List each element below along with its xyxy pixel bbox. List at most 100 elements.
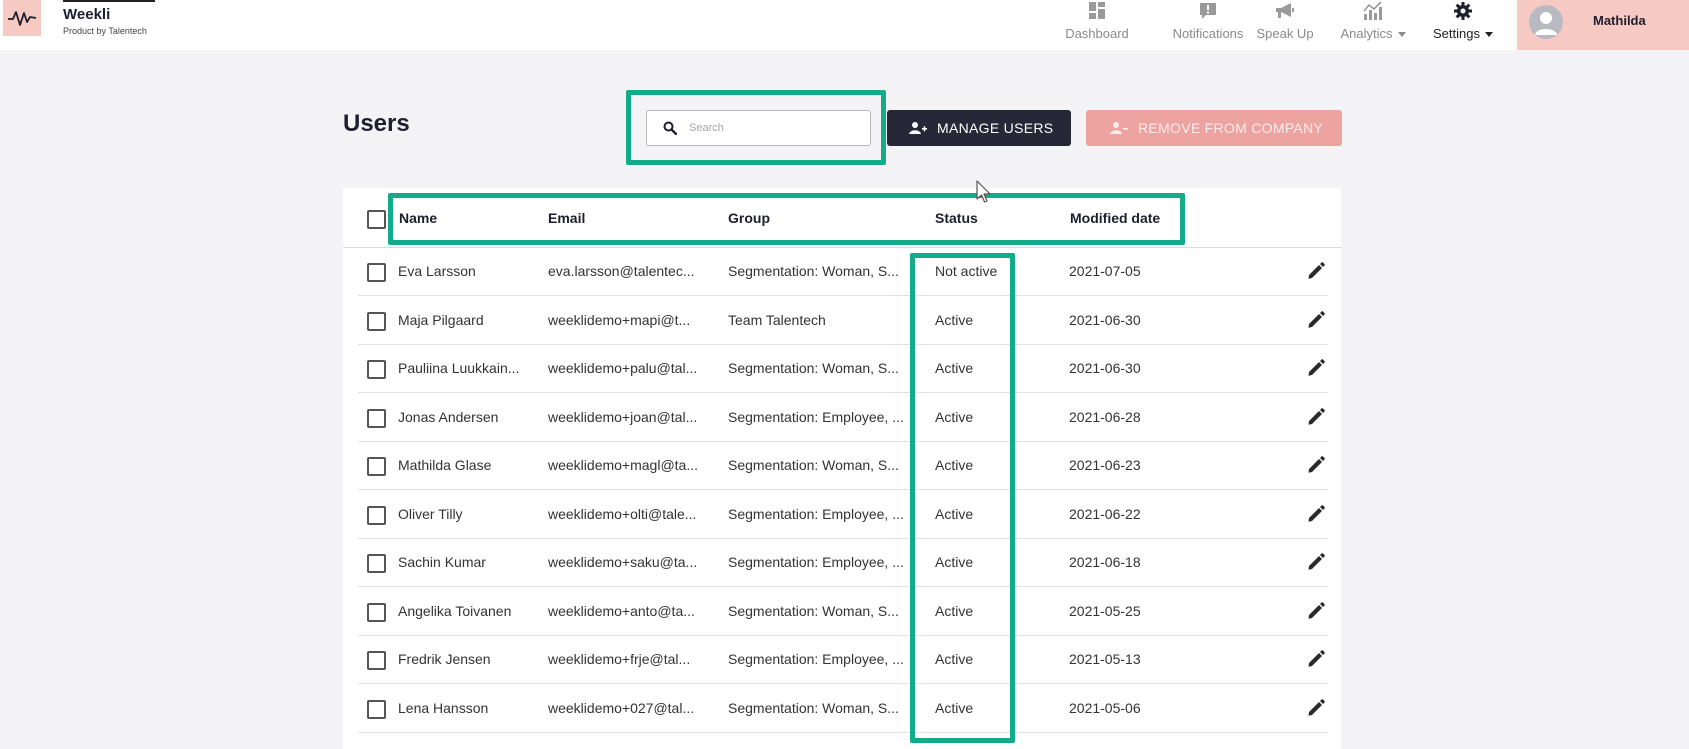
cell-name: Angelika Toivanen xyxy=(398,602,512,619)
table-row[interactable]: Mathilda Glase weeklidemo+magl@ta... Segme… xyxy=(358,442,1328,490)
pulse-icon xyxy=(8,11,37,26)
pencil-icon[interactable] xyxy=(1306,310,1326,335)
table-row[interactable]: Maja Pilgaard weeklidemo+mapi@t... Team Ta… xyxy=(358,297,1328,345)
row-checkbox[interactable] xyxy=(367,263,386,282)
manage-users-label: MANAGE USERS xyxy=(937,120,1054,136)
manage-users-button[interactable]: MANAGE USERS xyxy=(887,110,1071,146)
search-input[interactable] xyxy=(689,117,859,139)
cell-status: Active xyxy=(935,554,974,570)
cell-modified-date: 2021-06-30 xyxy=(1069,360,1141,376)
table-row[interactable]: Fredrik Jensen weeklidemo+frje@tal... Segm… xyxy=(358,636,1328,684)
select-all-checkbox[interactable] xyxy=(367,210,386,229)
pencil-icon[interactable] xyxy=(1306,698,1326,723)
cell-group: Segmentation: Woman, S... xyxy=(728,699,899,716)
pencil-icon[interactable] xyxy=(1306,358,1326,383)
header-status[interactable]: Status xyxy=(935,210,978,226)
header-email[interactable]: Email xyxy=(548,210,585,226)
nav-settings-label: Settings xyxy=(1433,26,1493,41)
nav-notifications-label: Notifications xyxy=(1172,26,1244,41)
header-modified-date[interactable]: Modified date xyxy=(1070,210,1160,226)
user-menu[interactable]: Mathilda xyxy=(1517,0,1689,50)
table-row[interactable]: Pauliina Luukkain... weeklidemo+palu@tal.… xyxy=(358,345,1328,393)
row-checkbox[interactable] xyxy=(367,311,386,331)
row-checkbox[interactable] xyxy=(367,602,386,622)
pencil-icon[interactable] xyxy=(1306,552,1326,577)
cell-name: Lena Hansson xyxy=(398,699,489,716)
pencil-icon[interactable] xyxy=(1306,455,1326,480)
pencil-icon[interactable] xyxy=(1306,649,1326,674)
cell-name: Fredrik Jensen xyxy=(398,651,491,667)
cell-group: Segmentation: Employee, ... xyxy=(728,505,904,522)
cell-status: Not active xyxy=(935,263,998,279)
table-row[interactable]: Eva Larsson eva.larsson@talentec... Segmen… xyxy=(358,248,1328,296)
cell-group: Segmentation: Woman, S... xyxy=(728,602,899,619)
row-checkbox[interactable] xyxy=(367,651,386,670)
cell-status: Active xyxy=(935,651,974,667)
cell-name: Pauliina Luukkain... xyxy=(398,360,520,376)
cell-modified-date: 2021-06-28 xyxy=(1069,408,1141,425)
table-row[interactable]: Lena Hansson weeklidemo+027@tal... Segment… xyxy=(358,685,1328,733)
nav-settings-text: Settings xyxy=(1433,26,1480,41)
table-row[interactable]: Jonas Andersen weeklidemo+joan@tal... Segm… xyxy=(358,394,1328,442)
brand-subtitle: Product by Talentech xyxy=(63,26,147,36)
cell-email: weeklidemo+anto@ta... xyxy=(548,602,695,619)
nav-notifications[interactable]: Notifications xyxy=(1155,0,1261,50)
cell-email: eva.larsson@talentec... xyxy=(548,263,695,279)
row-checkbox[interactable] xyxy=(367,554,386,573)
nav-analytics-label: Analytics xyxy=(1340,26,1406,41)
analytics-icon xyxy=(1362,0,1384,22)
avatar[interactable] xyxy=(1529,5,1563,39)
pencil-icon[interactable] xyxy=(1306,407,1326,432)
chevron-down-icon xyxy=(1484,32,1493,38)
remove-from-company-button[interactable]: REMOVE FROM COMPANY xyxy=(1086,110,1342,146)
cell-email: weeklidemo+joan@tal... xyxy=(548,408,698,425)
cell-modified-date: 2021-06-23 xyxy=(1069,457,1141,473)
nav-dashboard[interactable]: Dashboard xyxy=(1063,0,1131,50)
row-checkbox[interactable] xyxy=(367,457,386,476)
table-row[interactable]: Sachin Kumar weeklidemo+saku@ta... Segment… xyxy=(358,539,1328,587)
cell-status: Active xyxy=(935,602,974,619)
cell-email: weeklidemo+saku@ta... xyxy=(548,554,698,570)
cell-email: weeklidemo+palu@tal... xyxy=(548,360,698,376)
cell-name: Mathilda Glase xyxy=(398,457,492,473)
cell-group: Segmentation: Employee, ... xyxy=(728,408,904,425)
cell-group: Segmentation: Woman, S... xyxy=(728,263,899,279)
table-header: Name Email Group Status Modified date xyxy=(343,188,1341,248)
weekli-logo[interactable] xyxy=(3,0,41,36)
chevron-down-icon xyxy=(1397,32,1406,38)
row-checkbox[interactable] xyxy=(367,505,386,525)
cell-group: Segmentation: Employee, ... xyxy=(728,651,904,667)
cell-group: Segmentation: Woman, S... xyxy=(728,360,899,376)
pencil-icon[interactable] xyxy=(1306,261,1326,286)
search-icon xyxy=(663,121,678,140)
row-checkbox[interactable] xyxy=(367,360,386,379)
cell-status: Active xyxy=(935,505,974,522)
nav-settings[interactable]: Settings xyxy=(1430,0,1496,50)
search-box[interactable] xyxy=(646,110,871,146)
cell-status: Active xyxy=(935,311,974,328)
brand-name: Weekli xyxy=(63,6,111,23)
cell-email: weeklidemo+olti@tale... xyxy=(548,505,697,522)
page-title: Users xyxy=(343,110,410,137)
nav-analytics[interactable]: Analytics xyxy=(1337,0,1409,50)
cell-status: Active xyxy=(935,360,974,376)
table-row[interactable]: Oliver Tilly weeklidemo+olti@tale... Segme… xyxy=(358,491,1328,539)
pencil-icon[interactable] xyxy=(1306,504,1326,529)
nav-speak-up-label: Speak Up xyxy=(1256,26,1314,41)
header-group[interactable]: Group xyxy=(728,210,770,226)
dashboard-icon xyxy=(1088,0,1106,22)
pencil-icon[interactable] xyxy=(1306,601,1326,626)
row-checkbox[interactable] xyxy=(367,408,386,428)
header-name[interactable]: Name xyxy=(399,210,437,226)
table-row[interactable]: Angelika Toivanen weeklidemo+anto@ta... Se… xyxy=(358,588,1328,636)
cell-name: Sachin Kumar xyxy=(398,554,486,570)
nav-speak-up[interactable]: Speak Up xyxy=(1254,0,1316,50)
cell-status: Active xyxy=(935,699,974,716)
row-checkbox[interactable] xyxy=(367,699,386,719)
mouse-cursor-icon xyxy=(976,180,991,203)
cell-modified-date: 2021-06-22 xyxy=(1069,505,1141,522)
cell-email: weeklidemo+frje@tal... xyxy=(548,651,691,667)
cell-modified-date: 2021-06-30 xyxy=(1069,311,1141,328)
cell-name: Eva Larsson xyxy=(398,263,476,279)
notification-icon xyxy=(1199,0,1217,22)
